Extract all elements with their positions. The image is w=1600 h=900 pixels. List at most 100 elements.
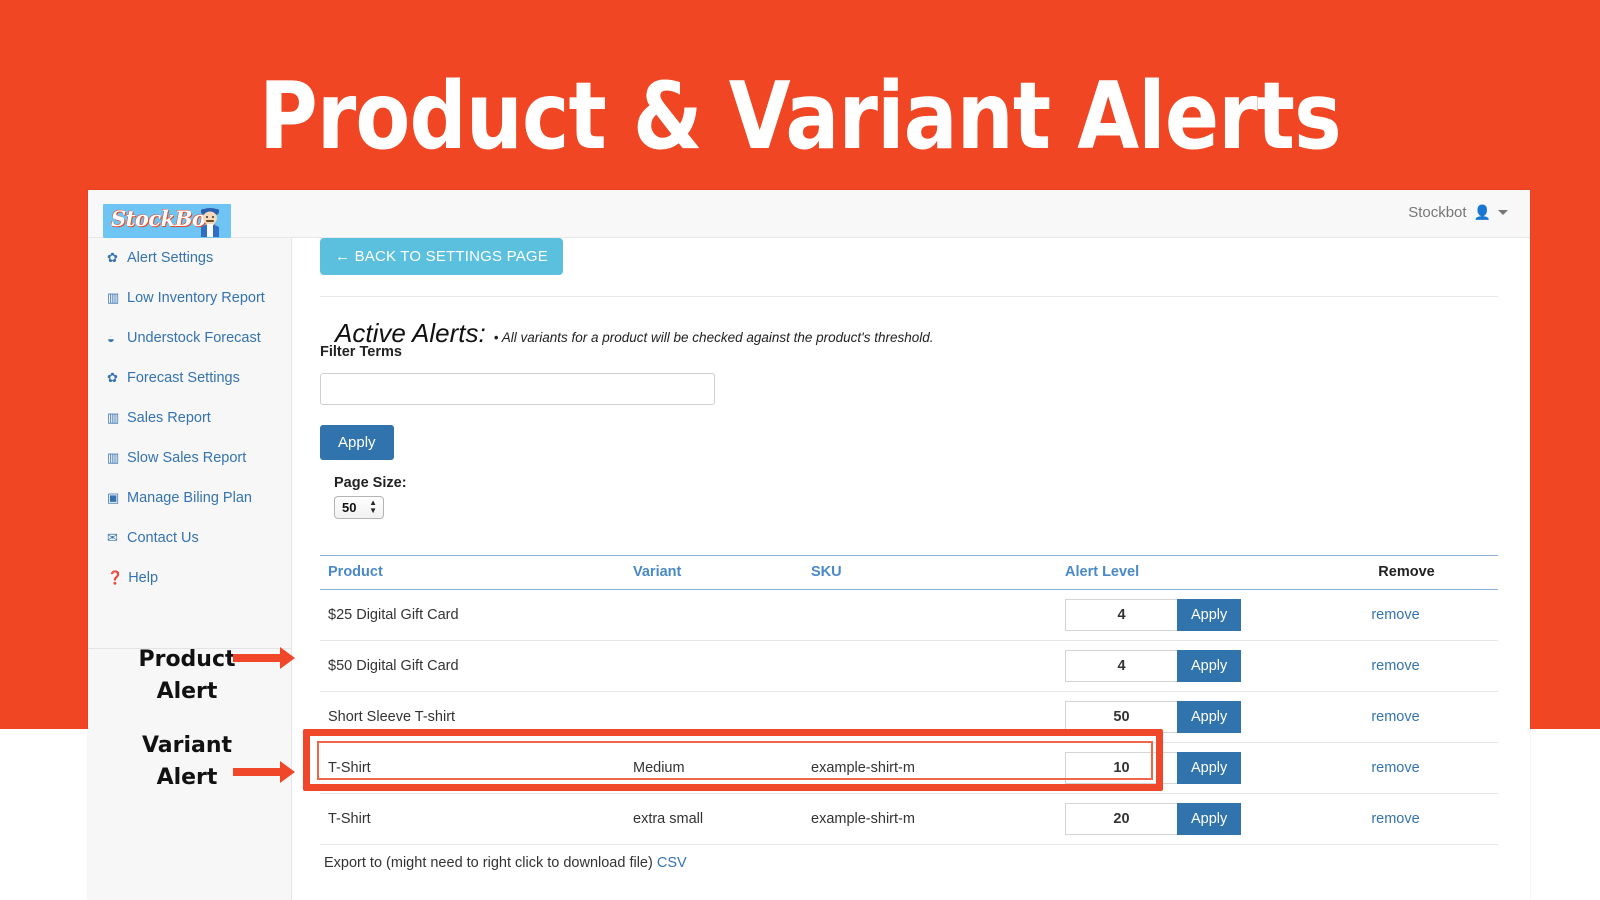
table-row: $50 Digital Gift Card Apply remove [320,640,1498,692]
column-header-alert-level[interactable]: Alert Level [1057,555,1315,590]
cell-remove: remove [1315,640,1498,692]
sidebar-item-label: Low Inventory Report [127,290,265,306]
cell-sku [803,589,1057,641]
row-apply-button[interactable]: Apply [1177,752,1242,784]
active-alerts-heading: Active Alerts: • All variants for a prod… [320,318,934,349]
alert-level-input[interactable] [1065,803,1177,835]
alert-level-input[interactable] [1065,752,1177,784]
cell-product: Short Sleeve T-shirt [320,691,625,743]
sidebar-item-contact-us[interactable]: ✉ Contact Us [88,518,291,558]
cell-sku [803,640,1057,692]
row-apply-button[interactable]: Apply [1177,599,1242,631]
stepper-icon: ▲ ▼ [369,498,377,515]
sidebar-item-label: Help [128,570,159,586]
row-apply-button[interactable]: Apply [1177,650,1242,682]
column-header-product[interactable]: Product [320,555,625,590]
column-header-variant[interactable]: Variant [625,555,803,590]
dashboard-icon: ◒ [107,330,115,346]
alert-level-input[interactable] [1065,599,1177,631]
user-menu[interactable]: Stockbot 👤 [1408,204,1508,221]
cell-alert-level: Apply [1057,793,1315,845]
cell-product: T-Shirt [320,793,625,845]
banner-backdrop-right [1530,0,1600,729]
sidebar-item-slow-sales-report[interactable]: ▥ Slow Sales Report [88,438,291,478]
remove-link[interactable]: remove [1323,760,1490,776]
page-size-value: 50 [342,500,357,515]
alerts-table: Product Variant SKU Alert Level Remove $… [320,555,1498,845]
sidebar-item-low-inventory-report[interactable]: ▥ Low Inventory Report [88,278,291,318]
row-apply-button[interactable]: Apply [1177,803,1242,835]
sidebar-item-label: Understock Forecast [127,330,261,346]
alert-level-input[interactable] [1065,650,1177,682]
sidebar-item-manage-billing-plan[interactable]: ▣ Manage Biling Plan [88,478,291,518]
remove-link[interactable]: remove [1323,658,1490,674]
stockbot-logo[interactable]: StockBot [103,204,231,238]
cell-remove: remove [1315,691,1498,743]
sidebar-item-understock-forecast[interactable]: ◒ Understock Forecast [88,318,291,358]
row-apply-button[interactable]: Apply [1177,701,1242,733]
caret-down-icon [1498,210,1508,215]
cell-product: $50 Digital Gift Card [320,640,625,692]
content-divider [320,296,1498,297]
cell-alert-level: Apply [1057,589,1315,641]
filter-terms-label: Filter Terms [320,344,402,360]
sidebar-item-label: Slow Sales Report [127,450,247,466]
active-alerts-note: • All variants for a product will be che… [493,330,934,345]
sidebar-item-alert-settings[interactable]: ✿ Alert Settings [88,238,291,278]
app-navbar: StockBot Stockbot 👤 [88,190,1530,238]
back-to-settings-button[interactable]: ← BACK TO SETTINGS PAGE [320,238,563,275]
cell-remove: remove [1315,793,1498,845]
gear-icon: ✿ [107,370,118,385]
app-screenshot: StockBot Stockbot 👤 ✿ Alert Settings ▥ L… [88,190,1530,900]
sidebar-item-help[interactable]: ❓ Help [88,558,291,598]
sidebar-item-label: Alert Settings [127,250,214,266]
page-title: Product & Variant Alerts [259,62,1342,170]
table-header-row: Product Variant SKU Alert Level Remove [320,555,1498,590]
sidebar-item-label: Sales Report [127,410,211,426]
cell-product: $25 Digital Gift Card [320,589,625,641]
bar-chart-icon: ▥ [107,450,120,465]
cell-variant [625,640,803,692]
cell-alert-level: Apply [1057,742,1315,794]
cell-variant: extra small [625,793,803,845]
cell-remove: remove [1315,589,1498,641]
sidebar-item-forecast-settings[interactable]: ✿ Forecast Settings [88,358,291,398]
page-size-select[interactable]: 50 ▲ ▼ [334,496,384,519]
column-header-remove: Remove [1315,555,1498,590]
sidebar-item-label: Manage Biling Plan [127,490,252,506]
cell-sku: example-shirt-m [803,793,1057,845]
export-csv-link[interactable]: CSV [657,855,687,871]
cell-product: T-Shirt [320,742,625,794]
annotation-variant-alert: Variant Alert [141,733,233,790]
gear-icon: ✿ [107,250,118,265]
user-icon: 👤 [1473,204,1491,220]
remove-link[interactable]: remove [1323,607,1490,623]
credit-card-icon: ▣ [107,490,120,505]
column-header-sku[interactable]: SKU [803,555,1057,590]
remove-link[interactable]: remove [1323,709,1490,725]
cell-sku: example-shirt-m [803,742,1057,794]
cell-variant [625,691,803,743]
robot-mascot-icon [201,208,219,237]
arrow-variant-alert-icon [233,761,295,783]
sidebar-item-label: Contact Us [127,530,199,546]
arrow-product-alert-icon [233,647,295,669]
user-menu-label: Stockbot [1408,204,1467,221]
alert-level-input[interactable] [1065,701,1177,733]
bar-chart-icon: ▥ [107,410,120,425]
table-row: $25 Digital Gift Card Apply remove [320,589,1498,641]
table-row: T-Shirt Medium example-shirt-m Apply rem… [320,742,1498,794]
export-line: Export to (might need to right click to … [324,855,687,871]
bar-chart-icon: ▥ [107,290,120,305]
table-row: Short Sleeve T-shirt Apply remove [320,691,1498,743]
sidebar-item-sales-report[interactable]: ▥ Sales Report [88,398,291,438]
cell-sku [803,691,1057,743]
cell-remove: remove [1315,742,1498,794]
page-size-label: Page Size: [334,475,407,491]
alerts-table-head: Product Variant SKU Alert Level Remove [320,555,1498,590]
remove-link[interactable]: remove [1323,811,1490,827]
table-row: T-Shirt extra small example-shirt-m Appl… [320,793,1498,845]
question-circle-icon: ❓ [107,570,124,585]
filter-terms-input[interactable] [320,373,715,405]
apply-filter-button[interactable]: Apply [320,425,394,460]
